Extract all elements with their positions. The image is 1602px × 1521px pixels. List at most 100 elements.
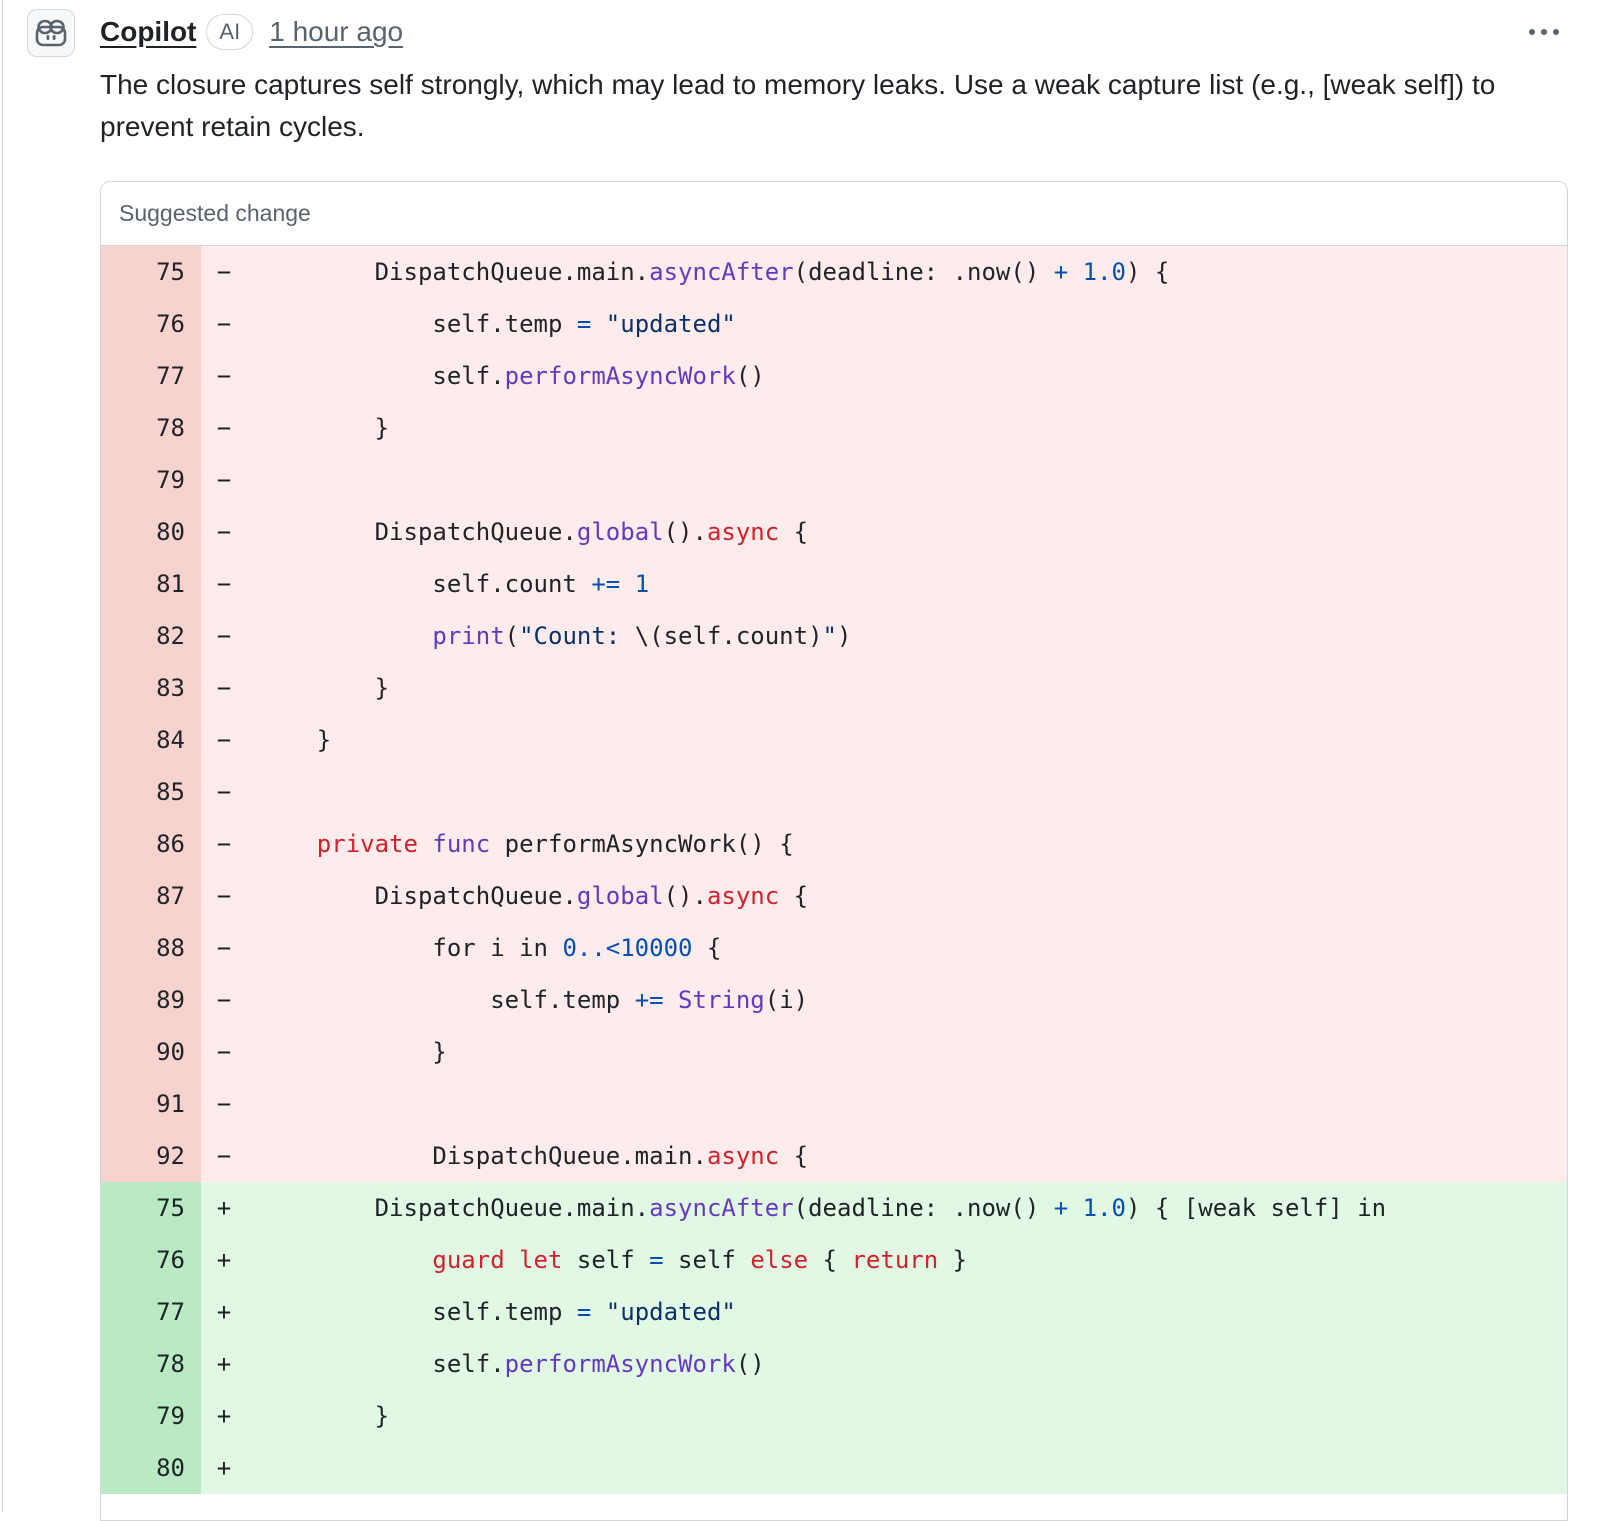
code-token: self.temp (432, 1298, 577, 1326)
code-token: DispatchQueue. (374, 882, 577, 910)
code-token: } (374, 414, 390, 442)
code-token: self.temp (432, 310, 577, 338)
plus-marker: + (201, 1234, 247, 1286)
line-number[interactable]: 81 (101, 558, 201, 610)
line-number[interactable]: 77 (101, 1286, 201, 1338)
suggested-change-header: Suggested change (101, 182, 1567, 246)
plus-marker: + (201, 1286, 247, 1338)
line-number[interactable]: 82 (101, 610, 201, 662)
line-number[interactable]: 80 (101, 1442, 201, 1494)
added-line: 78 + self.performAsyncWork() (101, 1338, 1567, 1390)
code-token: } (432, 1038, 447, 1066)
code-token: 1 (634, 570, 650, 598)
deleted-line: 80− DispatchQueue.global().async { (101, 506, 1567, 558)
code-text: private func performAsyncWork() { (247, 818, 794, 870)
deleted-line: 84− } (101, 714, 1567, 766)
line-number[interactable]: 80 (101, 506, 201, 558)
code-text: DispatchQueue.main.asyncAfter(deadline: … (247, 246, 1170, 298)
code-text: guard let self = self else { return } (247, 1234, 967, 1286)
code-token: (). (663, 518, 707, 546)
code-text: self.temp = "updated" (247, 298, 735, 350)
minus-marker: − (201, 610, 247, 662)
author-name[interactable]: Copilot (100, 16, 196, 48)
minus-marker: − (201, 1078, 247, 1130)
code-token: global (576, 518, 664, 546)
code-text: } (247, 714, 331, 766)
line-number[interactable]: 83 (101, 662, 201, 714)
line-number[interactable]: 78 (101, 1338, 201, 1390)
code-token: } (374, 674, 390, 702)
code-token: asyncAfter (649, 1194, 794, 1222)
minus-marker: − (201, 1026, 247, 1078)
ai-badge: AI (206, 14, 254, 50)
line-number[interactable]: 76 (101, 298, 201, 350)
plus-marker: + (201, 1182, 247, 1234)
code-token: self.temp (490, 986, 635, 1014)
code-token: func (432, 830, 491, 858)
minus-marker: − (201, 714, 247, 766)
code-token: = (576, 1298, 592, 1326)
code-text: } (247, 1390, 389, 1442)
code-token: + (1053, 1194, 1069, 1222)
code-text: DispatchQueue.main.async { (247, 1130, 808, 1182)
code-token: guard (432, 1246, 505, 1274)
timestamp-link[interactable]: 1 hour ago (269, 16, 403, 48)
line-number[interactable]: 87 (101, 870, 201, 922)
code-token: { (779, 882, 809, 910)
diff-lines: 75− DispatchQueue.main.asyncAfter(deadli… (101, 246, 1567, 1494)
minus-marker: − (201, 818, 247, 870)
timeline-border (2, 0, 3, 1512)
avatar[interactable] (27, 9, 75, 57)
deleted-line: 76− self.temp = "updated" (101, 298, 1567, 350)
code-token: = (576, 310, 592, 338)
added-line: 80 + (101, 1442, 1567, 1494)
deleted-line: 91− (101, 1078, 1567, 1130)
line-number[interactable]: 75 (101, 1182, 201, 1234)
code-token: let (519, 1246, 563, 1274)
line-number[interactable]: 92 (101, 1130, 201, 1182)
code-token: } (374, 1402, 390, 1430)
deleted-line: 85− (101, 766, 1567, 818)
comment-header: Copilot AI 1 hour ago (100, 12, 403, 52)
minus-marker: − (201, 246, 247, 298)
line-number[interactable]: 85 (101, 766, 201, 818)
code-token: self (663, 1246, 751, 1274)
code-token: DispatchQueue.main. (432, 1142, 707, 1170)
code-token: "updated" (605, 1298, 736, 1326)
line-number[interactable]: 79 (101, 1390, 201, 1442)
code-token: DispatchQueue. (374, 518, 577, 546)
line-number[interactable]: 91 (101, 1078, 201, 1130)
added-line: 79 + } (101, 1390, 1567, 1442)
code-token: asyncAfter (649, 258, 794, 286)
line-number[interactable]: 89 (101, 974, 201, 1026)
added-line: 77 + self.temp = "updated" (101, 1286, 1567, 1338)
code-token: self.count (432, 570, 592, 598)
deleted-line: 87− DispatchQueue.global().async { (101, 870, 1567, 922)
line-number[interactable]: 78 (101, 402, 201, 454)
minus-marker: − (201, 298, 247, 350)
code-token: 1.0 (1082, 1194, 1126, 1222)
line-number[interactable]: 75 (101, 246, 201, 298)
code-token: (). (663, 882, 707, 910)
minus-marker: − (201, 974, 247, 1026)
minus-marker: − (201, 922, 247, 974)
line-number[interactable]: 84 (101, 714, 201, 766)
line-number[interactable]: 77 (101, 350, 201, 402)
code-token: () (735, 362, 765, 390)
code-text: self.performAsyncWork() (247, 1338, 764, 1390)
line-number[interactable]: 90 (101, 1026, 201, 1078)
line-number[interactable]: 88 (101, 922, 201, 974)
code-token: print (432, 622, 505, 650)
code-text: self.temp = "updated" (247, 1286, 736, 1338)
line-number[interactable]: 79 (101, 454, 201, 506)
code-token: performAsyncWork() { (490, 830, 794, 858)
code-token: DispatchQueue.main. (374, 258, 650, 286)
line-number[interactable]: 76 (101, 1234, 201, 1286)
deleted-line: 92− DispatchQueue.main.async { (101, 1130, 1567, 1182)
line-number[interactable]: 86 (101, 818, 201, 870)
code-text: DispatchQueue.main.asyncAfter(deadline: … (247, 1182, 1387, 1234)
kebab-menu-icon[interactable] (1524, 22, 1564, 42)
